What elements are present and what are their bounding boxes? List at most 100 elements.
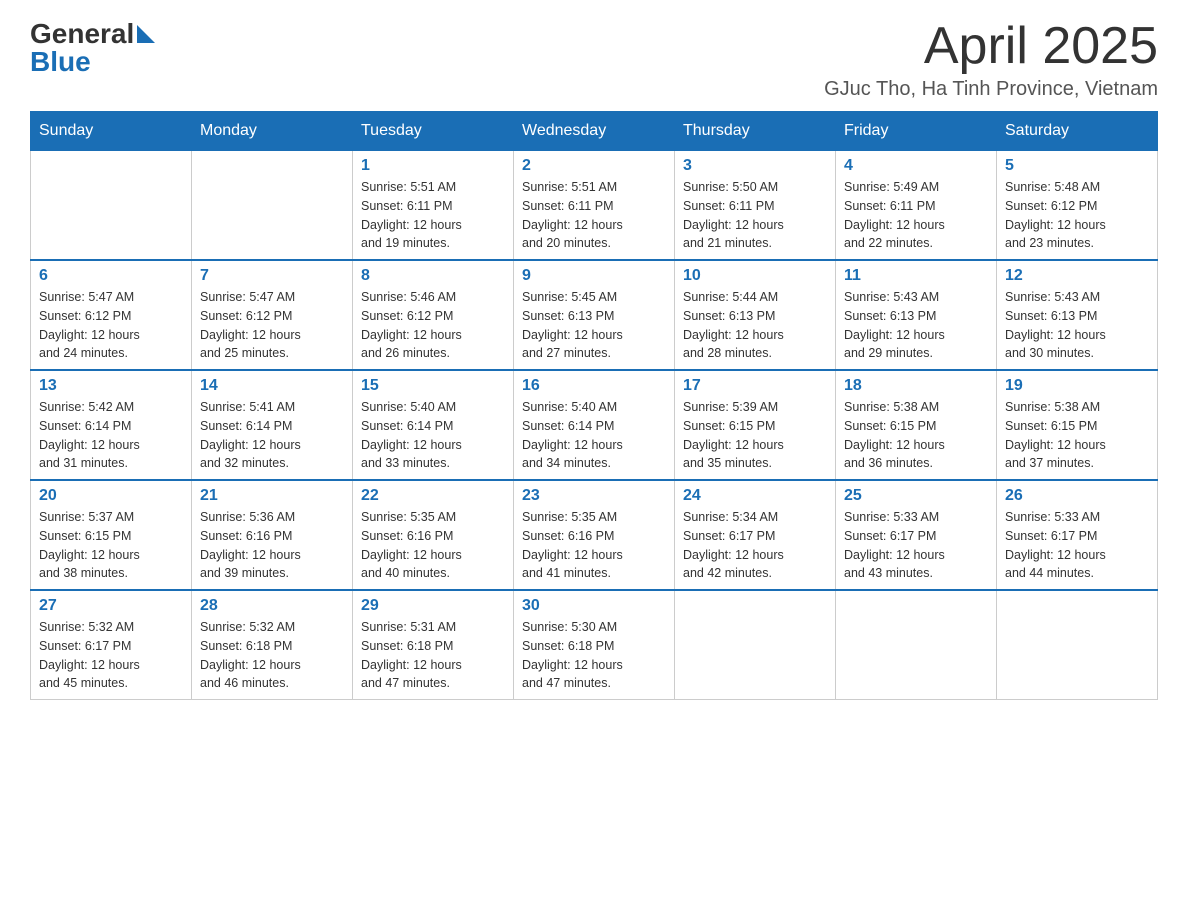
- location-title: GJuc Tho, Ha Tinh Province, Vietnam: [824, 78, 1158, 101]
- day-info: Sunrise: 5:43 AM Sunset: 6:13 PM Dayligh…: [844, 288, 988, 363]
- calendar-cell: [675, 590, 836, 700]
- calendar-cell: 5 Sunrise: 5:48 AM Sunset: 6:12 PM Daylig…: [997, 151, 1158, 261]
- calendar-cell: 25Sunrise: 5:33 AM Sunset: 6:17 PM Dayli…: [836, 480, 997, 590]
- day-info: Sunrise: 5:51 AM Sunset: 6:11 PM Dayligh…: [361, 178, 505, 253]
- week-row-1: 1 Sunrise: 5:51 AM Sunset: 6:11 PM Daylig…: [31, 151, 1158, 261]
- day-number: 10: [683, 267, 827, 285]
- week-row-5: 27 Sunrise: 5:32 AM Sunset: 6:17 PM Dayli…: [31, 590, 1158, 700]
- day-number: 7: [200, 267, 344, 285]
- day-number: 19: [1005, 377, 1149, 395]
- day-info: Sunrise: 5:32 AM Sunset: 6:18 PM Dayligh…: [200, 618, 344, 693]
- day-info: Sunrise: 5:39 AM Sunset: 6:15 PM Dayligh…: [683, 398, 827, 473]
- calendar-cell: 8 Sunrise: 5:46 AM Sunset: 6:12 PM Daylig…: [353, 260, 514, 370]
- day-number: 3: [683, 157, 827, 175]
- header-friday: Friday: [836, 112, 997, 151]
- day-info: Sunrise: 5:38 AM Sunset: 6:15 PM Dayligh…: [1005, 398, 1149, 473]
- calendar-cell: 7 Sunrise: 5:47 AM Sunset: 6:12 PM Daylig…: [192, 260, 353, 370]
- calendar-cell: 16 Sunrise: 5:40 AM Sunset: 6:14 PM Dayli…: [514, 370, 675, 480]
- week-row-2: 6 Sunrise: 5:47 AM Sunset: 6:12 PM Daylig…: [31, 260, 1158, 370]
- calendar-cell: 11 Sunrise: 5:43 AM Sunset: 6:13 PM Dayli…: [836, 260, 997, 370]
- calendar-cell: [836, 590, 997, 700]
- day-info: Sunrise: 5:46 AM Sunset: 6:12 PM Dayligh…: [361, 288, 505, 363]
- calendar-cell: [31, 151, 192, 261]
- day-info: Sunrise: 5:41 AM Sunset: 6:14 PM Dayligh…: [200, 398, 344, 473]
- calendar-cell: 29 Sunrise: 5:31 AM Sunset: 6:18 PM Dayli…: [353, 590, 514, 700]
- day-info: Sunrise: 5:34 AM Sunset: 6:17 PM Dayligh…: [683, 508, 827, 583]
- calendar-cell: 2 Sunrise: 5:51 AM Sunset: 6:11 PM Daylig…: [514, 151, 675, 261]
- day-info: Sunrise: 5:43 AM Sunset: 6:13 PM Dayligh…: [1005, 288, 1149, 363]
- title-area: April 2025 GJuc Tho, Ha Tinh Province, V…: [824, 20, 1158, 101]
- weekday-header-row: Sunday Monday Tuesday Wednesday Thursday…: [31, 112, 1158, 151]
- day-info: Sunrise: 5:36 AM Sunset: 6:16 PM Dayligh…: [200, 508, 344, 583]
- calendar-cell: 26 Sunrise: 5:33 AM Sunset: 6:17 PM Dayli…: [997, 480, 1158, 590]
- day-info: Sunrise: 5:49 AM Sunset: 6:11 PM Dayligh…: [844, 178, 988, 253]
- day-info: Sunrise: 5:50 AM Sunset: 6:11 PM Dayligh…: [683, 178, 827, 253]
- calendar-cell: 30 Sunrise: 5:30 AM Sunset: 6:18 PM Dayli…: [514, 590, 675, 700]
- day-number: 5: [1005, 157, 1149, 175]
- day-number: 29: [361, 597, 505, 615]
- day-info: Sunrise: 5:47 AM Sunset: 6:12 PM Dayligh…: [39, 288, 183, 363]
- header-wednesday: Wednesday: [514, 112, 675, 151]
- day-number: 11: [844, 267, 988, 285]
- day-number: 2: [522, 157, 666, 175]
- day-number: 28: [200, 597, 344, 615]
- day-info: Sunrise: 5:32 AM Sunset: 6:17 PM Dayligh…: [39, 618, 183, 693]
- day-number: 21: [200, 487, 344, 505]
- calendar-cell: 23Sunrise: 5:35 AM Sunset: 6:16 PM Dayli…: [514, 480, 675, 590]
- calendar-cell: [192, 151, 353, 261]
- day-info: Sunrise: 5:42 AM Sunset: 6:14 PM Dayligh…: [39, 398, 183, 473]
- day-number: 14: [200, 377, 344, 395]
- day-number: 12: [1005, 267, 1149, 285]
- week-row-3: 13Sunrise: 5:42 AM Sunset: 6:14 PM Dayli…: [31, 370, 1158, 480]
- logo-triangle-icon: [137, 25, 155, 48]
- day-number: 15: [361, 377, 505, 395]
- calendar-cell: 3 Sunrise: 5:50 AM Sunset: 6:11 PM Daylig…: [675, 151, 836, 261]
- day-number: 26: [1005, 487, 1149, 505]
- day-info: Sunrise: 5:40 AM Sunset: 6:14 PM Dayligh…: [361, 398, 505, 473]
- calendar-cell: [997, 590, 1158, 700]
- day-info: Sunrise: 5:48 AM Sunset: 6:12 PM Dayligh…: [1005, 178, 1149, 253]
- day-info: Sunrise: 5:33 AM Sunset: 6:17 PM Dayligh…: [1005, 508, 1149, 583]
- day-info: Sunrise: 5:47 AM Sunset: 6:12 PM Dayligh…: [200, 288, 344, 363]
- calendar-cell: 10Sunrise: 5:44 AM Sunset: 6:13 PM Dayli…: [675, 260, 836, 370]
- week-row-4: 20Sunrise: 5:37 AM Sunset: 6:15 PM Dayli…: [31, 480, 1158, 590]
- header-monday: Monday: [192, 112, 353, 151]
- day-info: Sunrise: 5:40 AM Sunset: 6:14 PM Dayligh…: [522, 398, 666, 473]
- calendar-cell: 6 Sunrise: 5:47 AM Sunset: 6:12 PM Daylig…: [31, 260, 192, 370]
- calendar-cell: 21 Sunrise: 5:36 AM Sunset: 6:16 PM Dayli…: [192, 480, 353, 590]
- day-info: Sunrise: 5:38 AM Sunset: 6:15 PM Dayligh…: [844, 398, 988, 473]
- calendar-cell: 9 Sunrise: 5:45 AM Sunset: 6:13 PM Daylig…: [514, 260, 675, 370]
- day-number: 25: [844, 487, 988, 505]
- day-number: 27: [39, 597, 183, 615]
- day-info: Sunrise: 5:30 AM Sunset: 6:18 PM Dayligh…: [522, 618, 666, 693]
- day-number: 6: [39, 267, 183, 285]
- header: General Blue April 2025 GJuc Tho, Ha Tin…: [30, 20, 1158, 101]
- day-number: 9: [522, 267, 666, 285]
- calendar-table: Sunday Monday Tuesday Wednesday Thursday…: [30, 111, 1158, 700]
- day-info: Sunrise: 5:31 AM Sunset: 6:18 PM Dayligh…: [361, 618, 505, 693]
- day-info: Sunrise: 5:35 AM Sunset: 6:16 PM Dayligh…: [522, 508, 666, 583]
- calendar-cell: 20Sunrise: 5:37 AM Sunset: 6:15 PM Dayli…: [31, 480, 192, 590]
- calendar-cell: 15 Sunrise: 5:40 AM Sunset: 6:14 PM Dayli…: [353, 370, 514, 480]
- day-number: 24: [683, 487, 827, 505]
- calendar-cell: 12 Sunrise: 5:43 AM Sunset: 6:13 PM Dayli…: [997, 260, 1158, 370]
- month-title: April 2025: [824, 20, 1158, 72]
- calendar-cell: 22Sunrise: 5:35 AM Sunset: 6:16 PM Dayli…: [353, 480, 514, 590]
- day-number: 18: [844, 377, 988, 395]
- header-thursday: Thursday: [675, 112, 836, 151]
- logo-blue-text: Blue: [30, 48, 91, 76]
- day-info: Sunrise: 5:51 AM Sunset: 6:11 PM Dayligh…: [522, 178, 666, 253]
- day-number: 30: [522, 597, 666, 615]
- header-saturday: Saturday: [997, 112, 1158, 151]
- calendar-cell: 24 Sunrise: 5:34 AM Sunset: 6:17 PM Dayli…: [675, 480, 836, 590]
- day-number: 17: [683, 377, 827, 395]
- day-info: Sunrise: 5:35 AM Sunset: 6:16 PM Dayligh…: [361, 508, 505, 583]
- calendar-cell: 1 Sunrise: 5:51 AM Sunset: 6:11 PM Daylig…: [353, 151, 514, 261]
- day-number: 8: [361, 267, 505, 285]
- day-info: Sunrise: 5:45 AM Sunset: 6:13 PM Dayligh…: [522, 288, 666, 363]
- calendar-cell: 14 Sunrise: 5:41 AM Sunset: 6:14 PM Dayli…: [192, 370, 353, 480]
- day-number: 1: [361, 157, 505, 175]
- calendar-cell: 19 Sunrise: 5:38 AM Sunset: 6:15 PM Dayli…: [997, 370, 1158, 480]
- day-number: 16: [522, 377, 666, 395]
- calendar-cell: 13Sunrise: 5:42 AM Sunset: 6:14 PM Dayli…: [31, 370, 192, 480]
